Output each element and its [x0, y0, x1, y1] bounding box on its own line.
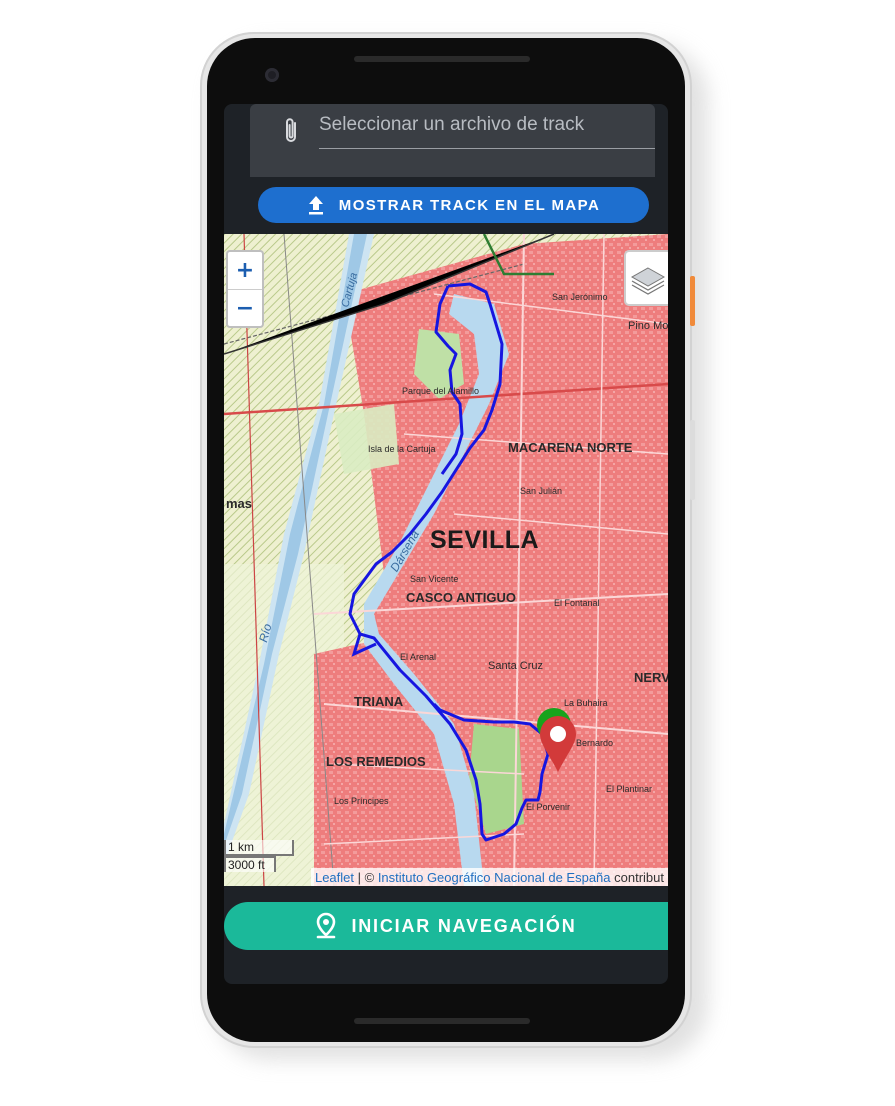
zoom-out-button[interactable]: −	[228, 290, 262, 327]
label-parque-alamillo: Parque del Alamillo	[402, 386, 480, 396]
topographic-basemap	[224, 234, 668, 886]
scale-metric: 1 km	[224, 840, 294, 856]
route-markers	[537, 708, 576, 772]
label-nerv: NERV	[634, 670, 668, 685]
label-pino-mo: Pino Mo	[628, 320, 668, 332]
paperclip-icon	[286, 118, 296, 142]
attribution-tail: contribut	[610, 869, 664, 885]
end-marker-icon	[540, 716, 576, 772]
bottom-speaker	[354, 1018, 530, 1024]
label-macarena-norte: MACARENA NORTE	[508, 440, 633, 455]
top-speaker	[354, 56, 530, 62]
attribution-separator: | ©	[354, 869, 378, 885]
layers-icon	[630, 267, 666, 295]
ign-link[interactable]: Instituto Geográfico Nacional de España	[378, 870, 611, 885]
show-track-button[interactable]: MOSTRAR TRACK EN EL MAPA	[258, 187, 649, 223]
label-isla-cartuja: Isla de la Cartuja	[368, 444, 436, 454]
app-screen: Seleccionar un archivo de track MOSTRAR …	[224, 104, 668, 984]
zoom-in-button[interactable]: +	[228, 252, 262, 290]
volume-button	[690, 420, 695, 500]
label-san-julian: San Julián	[520, 486, 563, 496]
leaflet-link[interactable]: Leaflet	[315, 870, 354, 885]
label-los-principes: Los Príncipes	[334, 796, 389, 806]
location-pin-icon	[317, 912, 336, 939]
map-scale: 1 km 3000 ft	[224, 840, 294, 872]
map-attribution: Leaflet | © Instituto Geográfico Naciona…	[310, 868, 668, 886]
layers-button[interactable]	[624, 250, 668, 306]
label-sevilla: SEVILLA	[430, 526, 540, 554]
upload-icon	[308, 196, 323, 215]
label-san-jeronimo: San Jerónimo	[552, 292, 608, 302]
label-los-remedios: LOS REMEDIOS	[326, 754, 426, 769]
scale-imperial: 3000 ft	[224, 856, 276, 872]
label-triana: TRIANA	[354, 694, 404, 709]
label-el-arenal: El Arenal	[400, 652, 437, 662]
label-el-fontanal: El Fontanal	[554, 598, 600, 608]
label-mas: mas	[226, 496, 253, 511]
start-navigation-label: INICIAR NAVEGACIÓN	[351, 915, 577, 936]
track-file-input[interactable]: Seleccionar un archivo de track	[250, 104, 655, 177]
start-navigation-button[interactable]: INICIAR NAVEGACIÓN	[224, 902, 668, 950]
zoom-control: + −	[226, 250, 264, 328]
map-view[interactable]: SEVILLA CASCO ANTIGUO MACARENA NORTE TRI…	[224, 234, 668, 886]
label-el-porvenir: El Porvenir	[526, 802, 571, 812]
input-underline	[319, 148, 655, 149]
label-casco-antiguo: CASCO ANTIGUO	[406, 590, 517, 605]
label-san-vicente: San Vicente	[410, 574, 459, 584]
front-camera	[265, 68, 279, 82]
show-track-label: MOSTRAR TRACK EN EL MAPA	[338, 196, 601, 214]
power-button	[690, 276, 695, 326]
label-santa-cruz: Santa Cruz	[488, 660, 544, 672]
label-el-plantinar: El Plantinar	[606, 784, 653, 794]
file-input-placeholder: Seleccionar un archivo de track	[319, 114, 585, 135]
